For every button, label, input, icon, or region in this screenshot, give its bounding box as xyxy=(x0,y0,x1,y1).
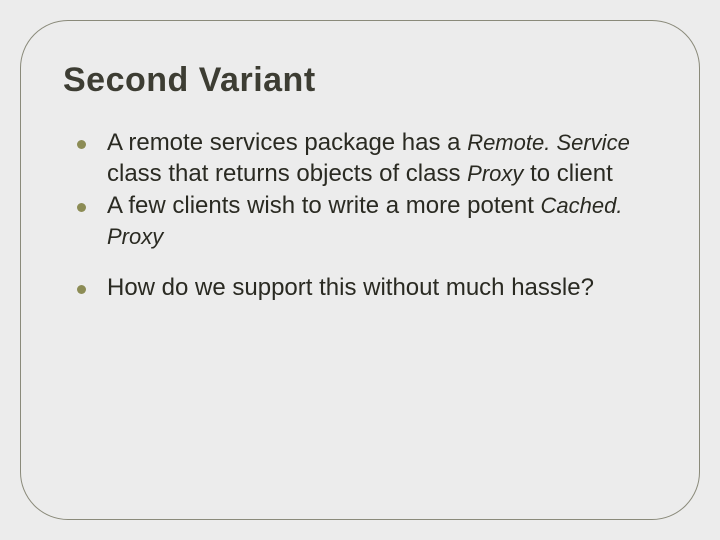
list-item: A remote services package has a Remote. … xyxy=(63,128,657,189)
slide-frame: Second Variant A remote services package… xyxy=(20,20,700,520)
bullet-text: to client xyxy=(523,160,612,187)
code-text: Remote. Service xyxy=(467,130,630,155)
bullet-text: A few clients wish to write a more poten… xyxy=(107,192,541,219)
bullet-text: class that returns objects of class xyxy=(107,160,467,187)
bullet-text: How do we support this without much hass… xyxy=(107,274,594,301)
slide-title: Second Variant xyxy=(63,61,657,100)
list-item: How do we support this without much hass… xyxy=(63,273,657,304)
list-item: A few clients wish to write a more poten… xyxy=(63,191,657,252)
code-text: Proxy xyxy=(467,161,523,186)
bullet-text: A remote services package has a xyxy=(107,129,467,156)
bullet-list: A remote services package has a Remote. … xyxy=(63,128,657,304)
